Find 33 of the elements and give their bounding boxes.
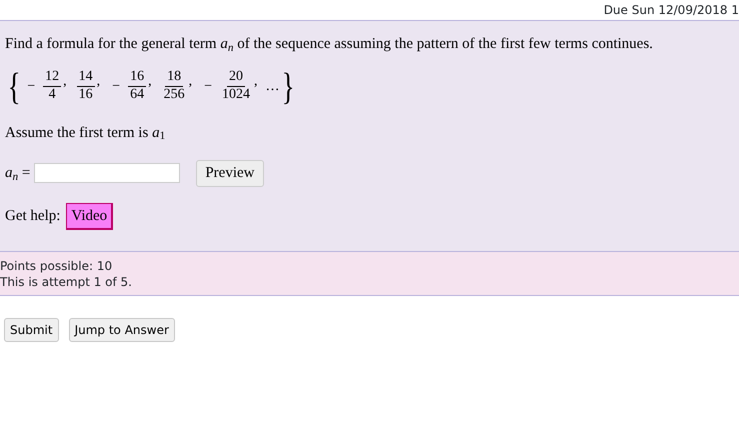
minus-sign: − xyxy=(204,78,212,96)
close-brace: } xyxy=(282,68,295,106)
due-date: Due Sun 12/09/2018 1 xyxy=(604,2,739,19)
video-button[interactable]: Video xyxy=(66,202,114,230)
assumption-text: Assume the first term is a$_{1}$ xyxy=(5,124,166,144)
denominator: 1024 xyxy=(220,87,251,104)
answer-label: a$_{n}$ = xyxy=(5,164,30,184)
comma: , xyxy=(63,72,67,90)
numerator: 12 xyxy=(43,69,62,87)
ellipsis: … xyxy=(265,78,280,96)
info-text: This is attempt 1 of 5. xyxy=(0,274,133,290)
comma: , xyxy=(96,72,100,90)
denominator: 4 xyxy=(48,87,57,104)
answer-input[interactable] xyxy=(34,163,180,184)
action-button[interactable]: Submit xyxy=(4,318,59,342)
numerator: 16 xyxy=(128,69,146,87)
denominator: 16 xyxy=(78,87,94,104)
comma: , xyxy=(148,72,152,90)
minus-sign: − xyxy=(27,78,36,96)
numerator: 18 xyxy=(165,69,184,87)
comma: , xyxy=(188,72,192,90)
denominator: 64 xyxy=(129,87,146,104)
numerator: 20 xyxy=(226,69,245,87)
open-brace: { xyxy=(8,68,21,106)
preview-button[interactable]: Preview xyxy=(196,160,264,186)
minus-sign: − xyxy=(112,78,120,96)
action-button[interactable]: Jump to Answer xyxy=(68,318,175,342)
question-text: Find a formula for the general term a$_{n}$ of the sequence assuming the pattern of the first few terms continues. xyxy=(5,35,654,56)
help-label: Get help: xyxy=(5,207,60,226)
info-text: Points possible: 10 xyxy=(0,258,114,274)
comma: , xyxy=(254,72,258,90)
denominator: 256 xyxy=(162,87,186,104)
numerator: 14 xyxy=(76,69,95,87)
